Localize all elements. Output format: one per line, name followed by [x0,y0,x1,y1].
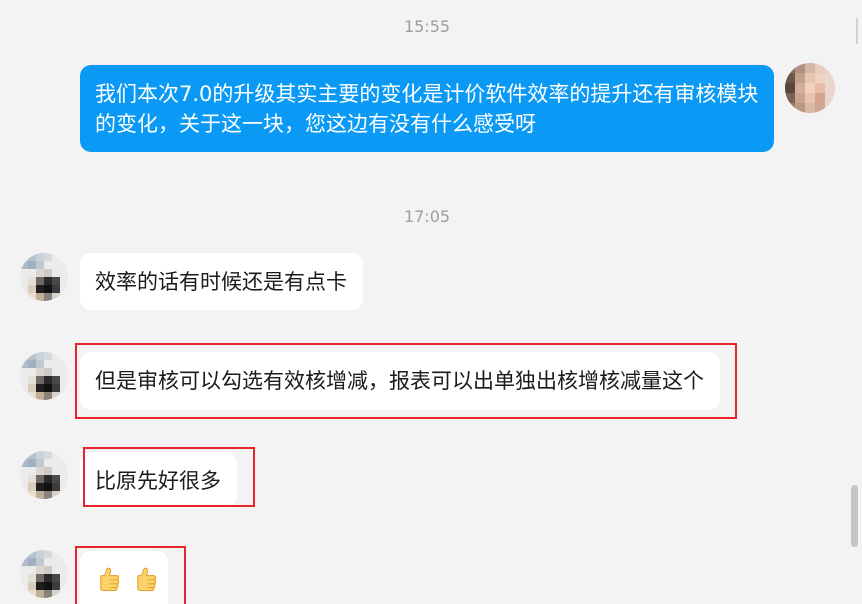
timestamp: 15:55 [403,17,451,36]
my-avatar[interactable] [785,63,835,113]
message-text-line: 的变化，关于这一块，您这边有没有什么感受呀 [95,112,536,136]
chat-window: 15:55 我们本次7.0的升级其实主要的变化是计价软件效率的提升还有审核模块 … [0,0,862,604]
red-highlight-box [75,343,737,419]
contact-avatar[interactable] [20,253,68,301]
contact-avatar[interactable] [20,451,68,499]
message-text-line: 我们本次7.0的升级其实主要的变化是计价软件效率的提升还有审核模块 [95,82,759,106]
scrollbar-thumb[interactable] [851,485,858,547]
outgoing-message-bubble[interactable]: 我们本次7.0的升级其实主要的变化是计价软件效率的提升还有审核模块 的变化，关于… [80,65,775,152]
scrollbar-edge [856,18,858,44]
message-text: 效率的话有时候还是有点卡 [95,270,347,294]
contact-avatar[interactable] [20,352,68,400]
contact-avatar[interactable] [20,550,68,598]
incoming-message-bubble[interactable]: 效率的话有时候还是有点卡 [80,253,363,310]
timestamp: 17:05 [403,207,451,226]
red-highlight-box [83,447,255,507]
red-highlight-box [75,546,186,604]
